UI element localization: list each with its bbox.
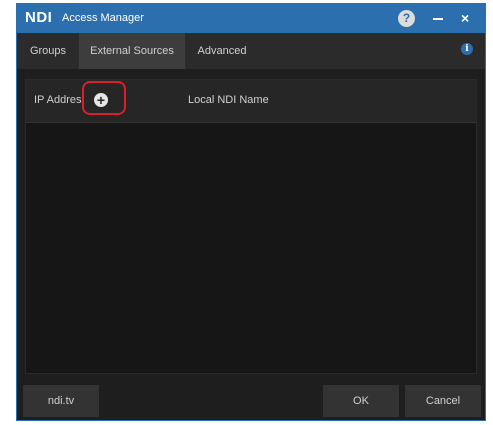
help-icon[interactable]: ? [398, 10, 415, 27]
info-icon[interactable]: i [461, 43, 473, 55]
tab-groups[interactable]: Groups [17, 33, 79, 69]
minimize-icon[interactable] [433, 18, 443, 20]
external-sources-list: IP Addres + Local NDI Name [25, 79, 477, 374]
tab-bar: Groups External Sources Advanced i [17, 33, 485, 69]
app-title: Access Manager [62, 12, 144, 24]
tab-external-sources[interactable]: External Sources [79, 33, 185, 69]
cancel-button[interactable]: Cancel [405, 385, 481, 417]
close-icon[interactable]: × [461, 10, 469, 27]
red-highlight-annotation [82, 81, 126, 115]
access-manager-window: NDI Access Manager ? × Groups External S… [17, 4, 485, 420]
tab-advanced[interactable]: Advanced [185, 33, 259, 69]
column-ip-address: IP Addres [34, 94, 82, 106]
column-local-ndi-name: Local NDI Name [188, 94, 269, 106]
ok-button[interactable]: OK [323, 385, 399, 417]
list-header: IP Addres + Local NDI Name [26, 80, 476, 123]
title-bar: NDI Access Manager ? × [17, 4, 485, 33]
ndi-logo: NDI [25, 9, 53, 26]
ndi-tv-link-button[interactable]: ndi.tv [23, 385, 99, 417]
